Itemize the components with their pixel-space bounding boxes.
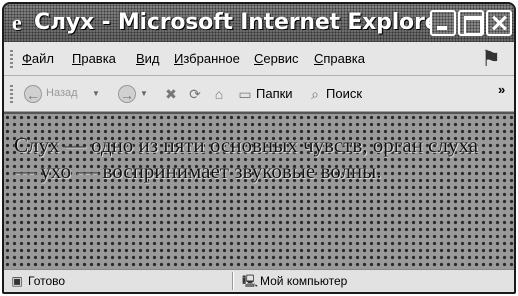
menu-file[interactable]: Файл bbox=[22, 51, 54, 66]
page-content[interactable]: Слух — одно из пяти основных чувств, орг… bbox=[4, 112, 514, 269]
folders-icon[interactable]: ▭ bbox=[236, 85, 254, 103]
security-zone: Мой компьютер bbox=[260, 274, 348, 288]
stop-icon[interactable]: ✖ bbox=[162, 85, 180, 103]
menu-bar: Файл Правка Вид Избранное Сервис Справка… bbox=[4, 42, 514, 76]
menu-help[interactable]: Справка bbox=[314, 51, 365, 66]
home-icon[interactable]: ⌂ bbox=[210, 85, 228, 103]
toolbar-grip-handle[interactable] bbox=[10, 85, 13, 103]
back-dropdown-icon[interactable]: ▼ bbox=[92, 89, 100, 98]
status-bar: ▣ Готово 🖳 Мой компьютер bbox=[4, 269, 514, 292]
ie-logo-icon[interactable]: e bbox=[12, 12, 30, 34]
menu-grip-handle[interactable] bbox=[10, 50, 13, 68]
window-title: Слух - Microsoft Internet Explorer bbox=[34, 10, 450, 35]
title-bar[interactable]: e Слух - Microsoft Internet Explorer bbox=[4, 4, 514, 42]
status-divider bbox=[232, 272, 234, 290]
standard-toolbar: ← Назад ▼ → ▼ ✖ ⟳ ⌂ ▭ Папки ⌕ Поиск » bbox=[4, 76, 514, 112]
search-button[interactable]: Поиск bbox=[326, 86, 362, 101]
browser-window: e Слух - Microsoft Internet Explorer Фай… bbox=[2, 2, 516, 294]
menu-edit[interactable]: Правка bbox=[72, 51, 116, 66]
my-computer-icon: 🖳 bbox=[242, 274, 259, 288]
windows-flag-icon: ⚑ bbox=[481, 46, 501, 71]
refresh-icon[interactable]: ⟳ bbox=[186, 85, 204, 103]
search-icon[interactable]: ⌕ bbox=[306, 85, 324, 103]
close-button[interactable] bbox=[486, 10, 512, 36]
forward-arrow-icon[interactable]: → bbox=[118, 85, 136, 103]
toolbar-overflow-chevron[interactable]: » bbox=[498, 82, 505, 97]
back-button-label[interactable]: Назад bbox=[46, 87, 78, 99]
folders-button[interactable]: Папки bbox=[256, 86, 293, 101]
back-arrow-icon[interactable]: ← bbox=[24, 85, 42, 103]
menu-favorites[interactable]: Избранное bbox=[174, 51, 240, 66]
page-text: Слух — одно из пяти основных чувств, орг… bbox=[14, 133, 479, 183]
menu-view[interactable]: Вид bbox=[136, 51, 160, 66]
menu-tools[interactable]: Сервис bbox=[254, 51, 299, 66]
minimize-button[interactable] bbox=[430, 10, 456, 36]
status-text: Готово bbox=[28, 274, 66, 288]
forward-dropdown-icon[interactable]: ▼ bbox=[140, 89, 148, 98]
maximize-button[interactable] bbox=[458, 10, 484, 36]
page-done-icon: ▣ bbox=[11, 274, 23, 288]
